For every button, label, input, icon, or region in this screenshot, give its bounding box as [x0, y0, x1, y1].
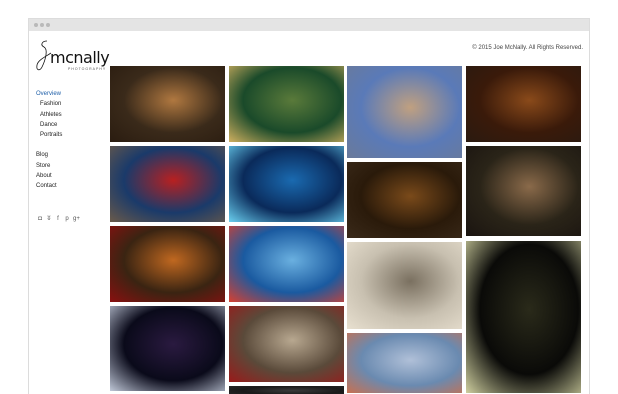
photo-wheel-portrait[interactable] — [465, 66, 581, 142]
photo-ballerina-kremlin[interactable] — [347, 66, 462, 158]
sidebar-nav: Overview Fashion Athletes Dance Portraits Blo… — [36, 89, 108, 192]
google-plus-icon[interactable]: g+ — [73, 216, 80, 222]
photo-seated-man-library[interactable] — [347, 162, 462, 238]
photo-red-dress-temple[interactable] — [110, 146, 225, 222]
nav-item-about[interactable]: About — [36, 171, 108, 181]
logo-wordmark: mcnally — [50, 48, 110, 67]
photo-dancer-hall[interactable] — [347, 242, 462, 329]
copyright-text: © 2015 Joe McNally. All Rights Reserved. — [472, 45, 583, 51]
nav-item-dance[interactable]: Dance — [36, 120, 108, 130]
nav-item-portraits[interactable]: Portraits — [36, 130, 108, 140]
pinterest-icon[interactable]: p — [64, 216, 70, 222]
photo-ballerina-room[interactable] — [465, 146, 581, 236]
logo-tagline: PHOTOGRAPHY — [68, 67, 107, 71]
browser-window: mcnally PHOTOGRAPHY © 2015 Joe McNally. … — [28, 18, 590, 394]
browser-titlebar — [29, 19, 589, 31]
nav-item-blog[interactable]: Blog — [36, 150, 108, 160]
nav-item-store[interactable]: Store — [36, 161, 108, 171]
photo-dark-strip[interactable] — [228, 386, 344, 394]
nav-item-overview[interactable]: Overview — [36, 89, 108, 99]
nav-item-athletes[interactable]: Athletes — [36, 110, 108, 120]
photo-swimmers[interactable] — [228, 226, 344, 302]
photo-dancer-stage[interactable] — [110, 306, 225, 391]
photo-ballet-studio[interactable] — [347, 333, 462, 393]
nav-item-fashion[interactable]: Fashion — [36, 99, 108, 109]
photo-trumpeter-window[interactable] — [465, 241, 581, 393]
photo-shark-school[interactable] — [228, 146, 344, 222]
photo-street-crowd[interactable] — [228, 306, 344, 382]
twitter-icon[interactable]: ʬ — [46, 216, 52, 222]
site-logo[interactable]: mcnally PHOTOGRAPHY — [34, 39, 114, 79]
facebook-icon[interactable]: f — [55, 216, 61, 222]
photo-red-gown-arch[interactable] — [110, 226, 225, 302]
social-links: ◘ ʬ f p g+ — [37, 216, 80, 222]
window-dot-icon — [34, 23, 38, 27]
window-dot-icon — [46, 23, 50, 27]
web-page: mcnally PHOTOGRAPHY © 2015 Joe McNally. … — [29, 31, 589, 394]
nav-item-contact[interactable]: Contact — [36, 181, 108, 191]
instagram-icon[interactable]: ◘ — [37, 216, 43, 222]
photo-sprinter[interactable] — [228, 66, 344, 142]
photo-gold-cape[interactable] — [110, 66, 225, 142]
window-dot-icon — [40, 23, 44, 27]
